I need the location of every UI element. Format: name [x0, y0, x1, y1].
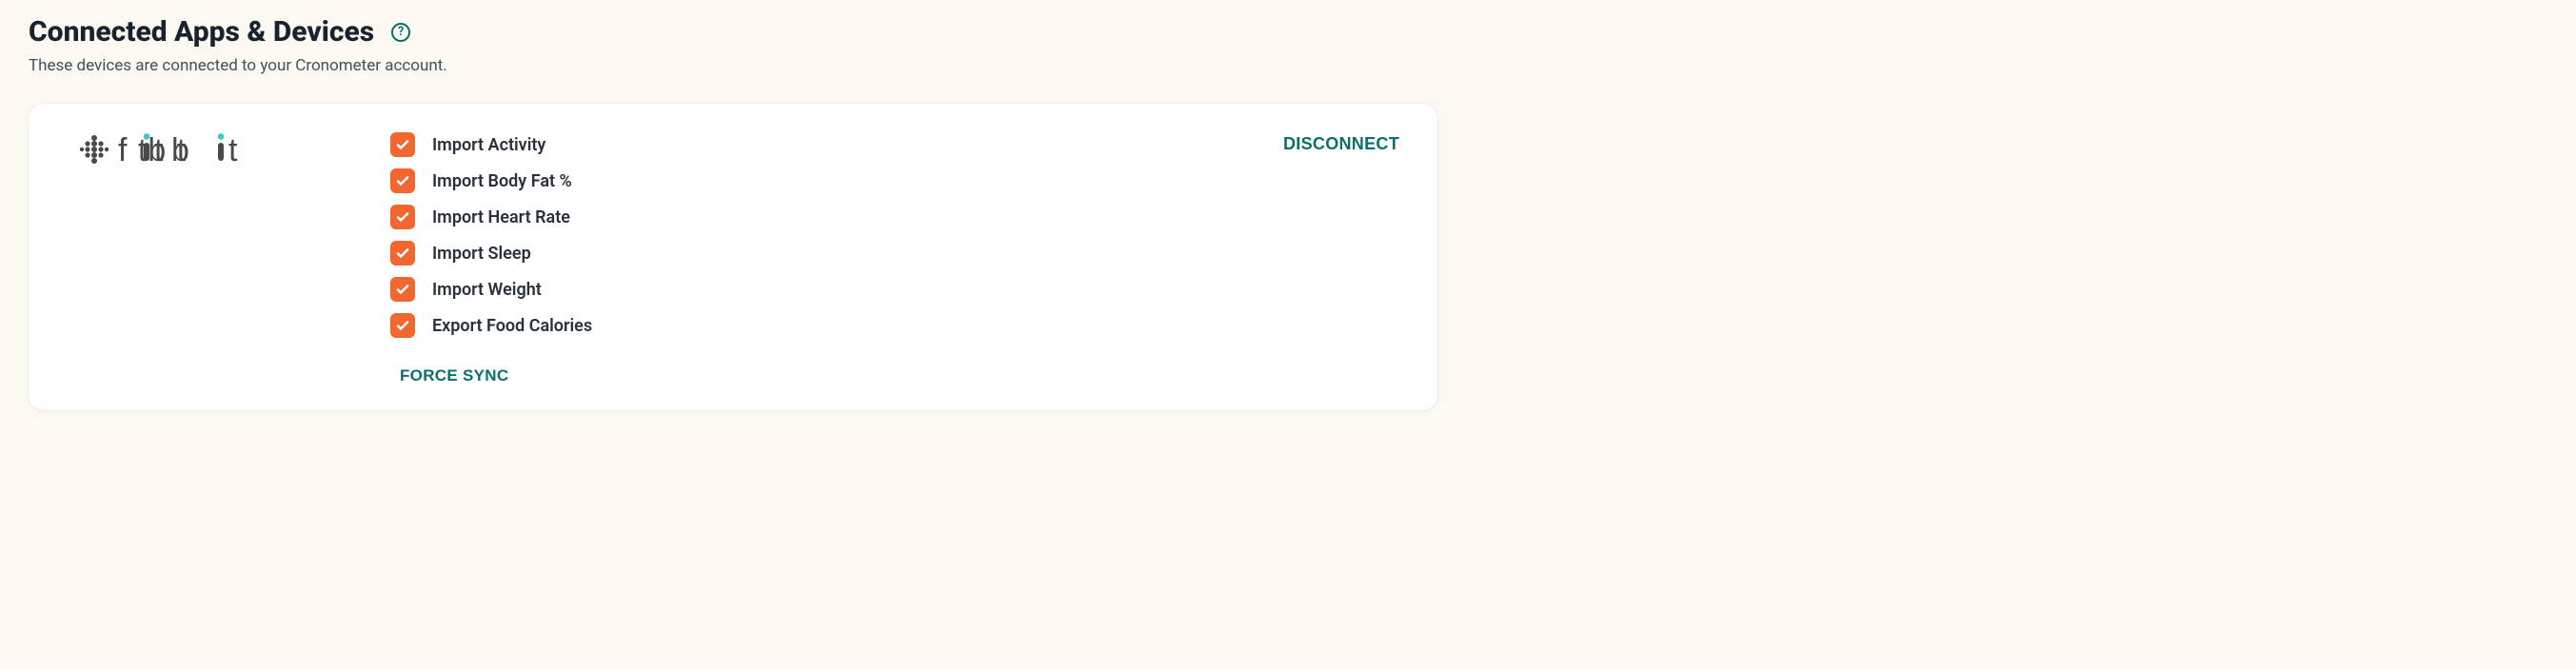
device-brand-fitbit: f t b t f tb t [67, 127, 352, 172]
option-label: Import Body Fat % [432, 171, 572, 191]
svg-text:f tb t: f tb t [118, 132, 187, 168]
disconnect-button[interactable]: DISCONNECT [1283, 134, 1399, 154]
force-sync-button[interactable]: FORCE SYNC [400, 366, 508, 385]
title-row: Connected Apps & Devices ? [29, 15, 1437, 49]
option-import-sleep: Import Sleep [390, 241, 733, 266]
option-label: Export Food Calories [432, 316, 592, 336]
option-import-heart-rate: Import Heart Rate [390, 205, 733, 229]
checkbox-import-body-fat[interactable] [390, 168, 415, 193]
checkbox-import-activity[interactable] [390, 132, 415, 157]
check-icon [395, 137, 410, 152]
option-label: Import Activity [432, 135, 545, 155]
page-title: Connected Apps & Devices [29, 15, 374, 49]
check-icon [395, 209, 410, 225]
check-icon [395, 318, 410, 333]
checkbox-import-sleep[interactable] [390, 241, 415, 266]
option-label: Import Sleep [432, 244, 531, 264]
option-label: Import Heart Rate [432, 207, 570, 227]
option-export-food-calories: Export Food Calories [390, 313, 733, 338]
option-import-body-fat: Import Body Fat % [390, 168, 733, 193]
checkbox-import-weight[interactable] [390, 277, 415, 302]
check-icon [395, 246, 410, 261]
connected-device-card: f t b t f tb t Import Activity Import Bo… [29, 104, 1437, 410]
page-subtitle: These devices are connected to your Cron… [29, 56, 1437, 75]
svg-text:t: t [228, 132, 238, 168]
check-icon [395, 173, 410, 188]
checkbox-export-food-calories[interactable] [390, 313, 415, 338]
help-icon[interactable]: ? [391, 23, 410, 42]
option-label: Import Weight [432, 280, 542, 300]
checkbox-import-heart-rate[interactable] [390, 205, 415, 229]
option-import-activity: Import Activity [390, 132, 733, 157]
sync-options: Import Activity Import Body Fat % Import… [390, 132, 733, 385]
check-icon [395, 282, 410, 297]
section-header: Connected Apps & Devices ? These devices… [0, 15, 1466, 87]
fitbit-logo-icon: f t b t f tb t [67, 127, 248, 172]
option-import-weight: Import Weight [390, 277, 733, 302]
